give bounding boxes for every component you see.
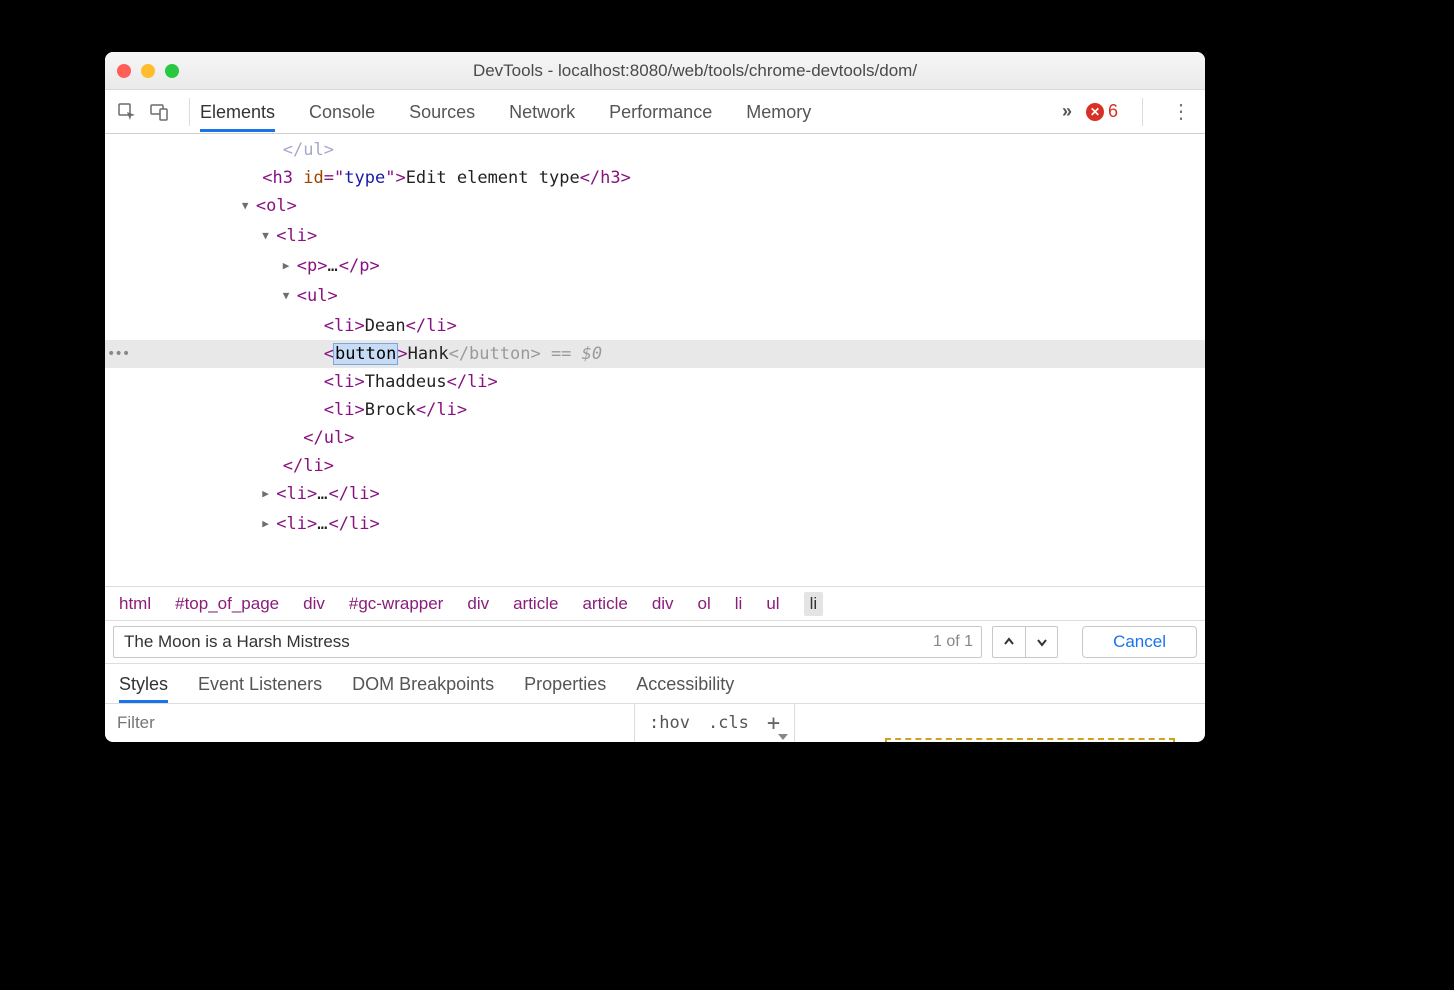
crumb[interactable]: div (652, 594, 674, 614)
toolbar-separator (189, 98, 190, 126)
device-toolbar-icon[interactable] (147, 100, 171, 124)
search-prev-button[interactable] (993, 627, 1025, 657)
tab-sources[interactable]: Sources (409, 92, 475, 132)
crumb[interactable]: ul (766, 594, 779, 614)
dom-node[interactable]: <li>Brock</li> (105, 396, 1205, 424)
tab-console[interactable]: Console (309, 92, 375, 132)
tab-styles[interactable]: Styles (119, 674, 168, 703)
new-style-rule-button[interactable]: + (767, 711, 780, 736)
settings-menu-icon[interactable]: ⋮ (1167, 99, 1195, 124)
dom-node[interactable]: <li>Dean</li> (105, 312, 1205, 340)
dom-node[interactable]: </ul> (105, 424, 1205, 452)
dom-breadcrumb: html #top_of_page div #gc-wrapper div ar… (105, 586, 1205, 620)
styles-pane: :hov .cls + (105, 704, 1205, 742)
main-toolbar: Elements Console Sources Network Perform… (105, 90, 1205, 134)
search-cancel-button[interactable]: Cancel (1082, 626, 1197, 658)
toggle-cls-button[interactable]: .cls (708, 713, 749, 733)
overflow-tabs-button[interactable]: » (1062, 101, 1072, 122)
tab-event-listeners[interactable]: Event Listeners (198, 674, 322, 703)
crumb[interactable]: #top_of_page (175, 594, 279, 614)
styles-content (795, 704, 1205, 742)
crumb[interactable]: html (119, 594, 151, 614)
inspect-element-icon[interactable] (115, 100, 139, 124)
dom-node[interactable]: </ul> (105, 136, 1205, 164)
minimize-window-button[interactable] (141, 64, 155, 78)
dom-node[interactable]: <h3 id="type">Edit element type</h3> (105, 164, 1205, 192)
crumb-selected[interactable]: li (804, 592, 824, 616)
crumb[interactable]: li (735, 594, 743, 614)
toolbar-right: » ✕ 6 ⋮ (1062, 98, 1195, 126)
crumb[interactable]: div (467, 594, 489, 614)
dom-node[interactable]: <li>…</li> (105, 510, 1205, 540)
dom-node[interactable]: <ul> (105, 282, 1205, 312)
traffic-lights (117, 64, 179, 78)
tab-network[interactable]: Network (509, 92, 575, 132)
search-input-wrap: 1 of 1 (113, 626, 982, 658)
dom-node-selected[interactable]: ••• <button>Hank</button> == $0 (105, 340, 1205, 368)
styles-filter-wrap (105, 704, 635, 742)
crumb[interactable]: div (303, 594, 325, 614)
tab-properties[interactable]: Properties (524, 674, 606, 703)
crumb[interactable]: ol (698, 594, 711, 614)
tab-memory[interactable]: Memory (746, 92, 811, 132)
style-rule-outline (885, 738, 1175, 742)
zoom-window-button[interactable] (165, 64, 179, 78)
dom-node[interactable]: <li>…</li> (105, 480, 1205, 510)
panel-tabs: Elements Console Sources Network Perform… (200, 92, 1062, 132)
close-window-button[interactable] (117, 64, 131, 78)
dom-node[interactable]: <ol> (105, 192, 1205, 222)
toggle-hov-button[interactable]: :hov (649, 713, 690, 733)
search-result-count: 1 of 1 (933, 633, 973, 651)
search-next-button[interactable] (1025, 627, 1057, 657)
error-count: 6 (1108, 101, 1118, 122)
dom-node[interactable]: <li> (105, 222, 1205, 252)
crumb[interactable]: #gc-wrapper (349, 594, 444, 614)
styles-filter-input[interactable] (115, 712, 624, 734)
search-nav (992, 626, 1058, 658)
search-bar: 1 of 1 Cancel (105, 620, 1205, 664)
tab-elements[interactable]: Elements (200, 92, 275, 132)
devtools-window: DevTools - localhost:8080/web/tools/chro… (105, 52, 1205, 742)
toolbar-separator (1142, 98, 1143, 126)
selection-gutter-icon: ••• (105, 340, 119, 368)
editable-tag-name[interactable]: button (334, 344, 397, 364)
tab-dom-breakpoints[interactable]: DOM Breakpoints (352, 674, 494, 703)
titlebar: DevTools - localhost:8080/web/tools/chro… (105, 52, 1205, 90)
tab-accessibility[interactable]: Accessibility (636, 674, 734, 703)
styles-tabs: Styles Event Listeners DOM Breakpoints P… (105, 664, 1205, 704)
styles-tools: :hov .cls + (635, 704, 795, 742)
crumb[interactable]: article (513, 594, 558, 614)
dom-node[interactable]: <li>Thaddeus</li> (105, 368, 1205, 396)
window-title: DevTools - localhost:8080/web/tools/chro… (197, 61, 1193, 81)
elements-dom-tree[interactable]: </ul> <h3 id="type">Edit element type</h… (105, 134, 1205, 586)
dom-node[interactable]: <p>…</p> (105, 252, 1205, 282)
error-icon: ✕ (1086, 103, 1104, 121)
search-input[interactable] (122, 631, 925, 653)
crumb[interactable]: article (582, 594, 627, 614)
tab-performance[interactable]: Performance (609, 92, 712, 132)
dom-node[interactable]: </li> (105, 452, 1205, 480)
error-indicator[interactable]: ✕ 6 (1086, 101, 1118, 122)
